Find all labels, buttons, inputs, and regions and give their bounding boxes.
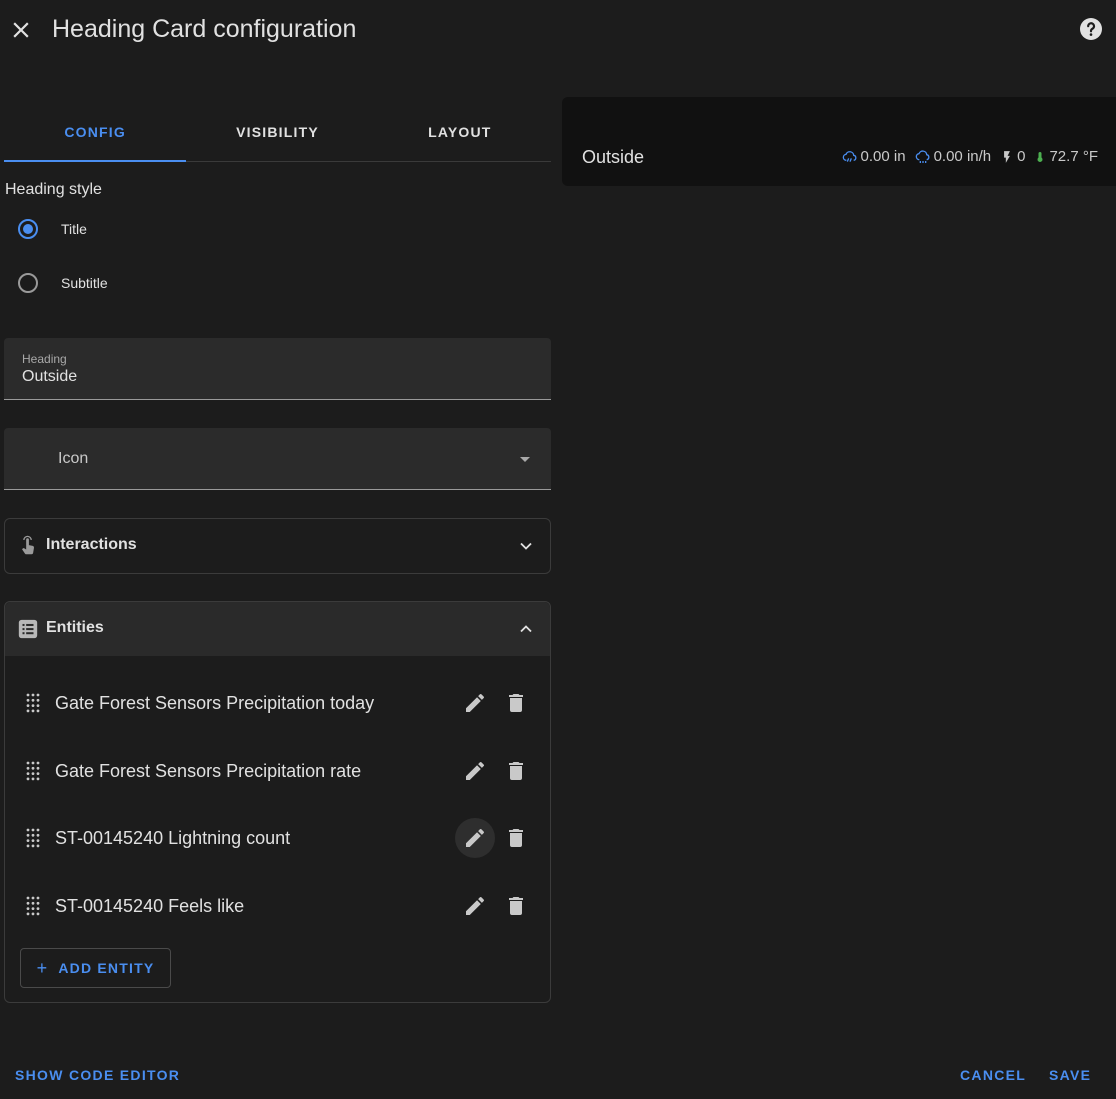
pencil-icon (466, 896, 485, 915)
drag-handle-icon[interactable] (24, 761, 42, 781)
pencil-icon (466, 828, 485, 847)
heading-card-preview: Outside 0.00 in 0.00 in/h 0 72.7 °F (562, 97, 1116, 186)
gesture-tap-icon (22, 535, 34, 555)
entity-name: Gate Forest Sensors Precipitation rate (55, 761, 362, 781)
preview-badge-value: 72.7 °F (1049, 148, 1098, 165)
radio-option-subtitle[interactable]: Subtitle (18, 269, 108, 297)
drag-handle-icon[interactable] (24, 693, 42, 713)
radio-subtitle[interactable] (18, 273, 38, 293)
entity-row: ST-00145240 Feels like (5, 884, 550, 928)
weather-pouring-icon (842, 150, 857, 162)
entity-name: Gate Forest Sensors Precipitation today (55, 693, 375, 713)
tab-visibility[interactable]: VISIBILITY (186, 100, 368, 161)
drag-handle-icon[interactable] (24, 828, 42, 848)
tab-bar: CONFIG VISIBILITY LAYOUT (4, 100, 551, 162)
show-code-editor-button[interactable]: SHOW CODE EDITOR (15, 1067, 180, 1083)
list-box-icon (18, 619, 38, 639)
add-entity-button[interactable]: + ADD ENTITY (20, 948, 171, 988)
cancel-button[interactable]: CANCEL (960, 1067, 1026, 1083)
heading-input-value: Outside (22, 368, 78, 385)
help-button[interactable] (1079, 17, 1103, 41)
radio-subtitle-label: Subtitle (61, 275, 108, 291)
pencil-icon (466, 693, 485, 712)
edit-entity-button[interactable] (455, 683, 495, 723)
heading-style-label: Heading style (5, 181, 102, 198)
edit-entity-button[interactable] (455, 886, 495, 926)
radio-option-title[interactable]: Title (18, 215, 87, 243)
pencil-icon (466, 761, 485, 780)
save-button[interactable]: SAVE (1049, 1067, 1091, 1083)
delete-entity-button[interactable] (496, 818, 536, 858)
dropdown-arrow-icon (520, 457, 530, 462)
entities-panel: Entities Gate Forest Sensors Precipitati… (4, 601, 551, 1003)
tab-layout[interactable]: LAYOUT (369, 100, 551, 161)
dialog-title: Heading Card configuration (52, 15, 357, 43)
plus-icon: + (36, 957, 49, 978)
trash-icon (509, 897, 523, 915)
preview-badges: 0.00 in 0.00 in/h 0 72.7 °F (833, 148, 1098, 165)
drag-handle-icon[interactable] (24, 896, 42, 916)
entity-name: ST-00145240 Lightning count (55, 828, 291, 848)
preview-title: Outside (582, 147, 645, 167)
trash-icon (509, 829, 523, 847)
entity-row: ST-00145240 Lightning count (5, 816, 550, 860)
heading-input-label: Heading (22, 352, 67, 366)
close-button[interactable] (8, 17, 34, 43)
radio-title[interactable] (18, 219, 38, 239)
entity-row: Gate Forest Sensors Precipitation rate (5, 749, 550, 793)
entities-title: Entities (46, 619, 104, 636)
heading-input[interactable]: Heading Outside (4, 338, 551, 400)
icon-select-label: Icon (58, 450, 89, 467)
add-entity-label: ADD ENTITY (58, 960, 155, 976)
preview-badge-value: 0 (1017, 148, 1026, 165)
flash-icon (1004, 150, 1011, 163)
preview-badge-precipitation-today[interactable]: 0.00 in (842, 148, 906, 165)
chevron-up-icon (520, 625, 532, 633)
tab-config[interactable]: CONFIG (4, 100, 187, 162)
preview-badge-lightning-count[interactable]: 0 (1000, 148, 1025, 165)
preview-badge-feels-like[interactable]: 72.7 °F (1034, 148, 1098, 165)
preview-badge-precipitation-rate[interactable]: 0.00 in/h (915, 148, 992, 165)
edit-entity-button[interactable] (455, 751, 495, 791)
weather-rainy-icon (915, 149, 930, 163)
delete-entity-button[interactable] (496, 751, 536, 791)
entities-header[interactable]: Entities (5, 602, 550, 656)
delete-entity-button[interactable] (496, 683, 536, 723)
interactions-title: Interactions (46, 536, 137, 553)
chevron-down-icon (520, 542, 532, 550)
delete-entity-button[interactable] (496, 886, 536, 926)
edit-entity-button[interactable] (455, 818, 495, 858)
entity-name: ST-00145240 Feels like (55, 896, 245, 916)
interactions-panel: Interactions (4, 518, 551, 574)
entity-row: Gate Forest Sensors Precipitation today (5, 681, 550, 725)
interactions-header[interactable]: Interactions (5, 519, 550, 573)
preview-badge-value: 0.00 in (860, 148, 906, 165)
preview-badge-value: 0.00 in/h (933, 148, 992, 165)
thermometer-icon (1037, 151, 1043, 162)
trash-icon (509, 694, 523, 712)
icon-select[interactable]: Icon (4, 428, 551, 490)
help-circle-icon (1080, 18, 1102, 40)
radio-title-label: Title (61, 221, 87, 237)
close-icon (13, 22, 29, 38)
trash-icon (509, 762, 523, 780)
